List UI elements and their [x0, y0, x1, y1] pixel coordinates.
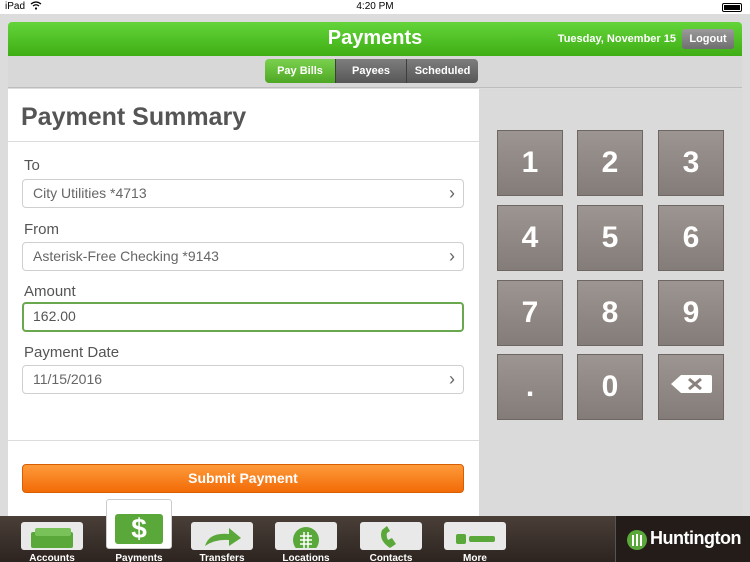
chevron-right-icon: ›: [449, 246, 455, 266]
location-globe-icon: [275, 522, 337, 550]
tab-contacts[interactable]: Contacts: [360, 522, 422, 562]
to-label: To: [24, 157, 40, 174]
battery-icon: [722, 3, 742, 12]
tab-transfers[interactable]: Transfers: [191, 522, 253, 562]
key-4[interactable]: 4: [497, 205, 563, 271]
status-bar: iPad 4:20 PM: [0, 0, 750, 14]
logout-button[interactable]: Logout: [682, 29, 734, 49]
from-label: From: [24, 221, 59, 238]
money-icon: [21, 522, 83, 550]
key-3[interactable]: 3: [658, 130, 724, 196]
payment-date-label: Payment Date: [24, 344, 120, 361]
dollar-bill-icon: $: [106, 499, 172, 549]
key-8[interactable]: 8: [577, 280, 643, 346]
amount-value: 162.00: [33, 308, 76, 324]
tab-accounts[interactable]: Accounts: [21, 522, 83, 562]
amount-input[interactable]: 162.00: [22, 302, 464, 332]
key-0[interactable]: 0: [577, 354, 643, 420]
bottom-tab-bar: Accounts $ Payments Transfers Locations …: [0, 499, 750, 562]
tab-label: More: [463, 553, 487, 562]
key-2[interactable]: 2: [577, 130, 643, 196]
brand-name: Huntington: [650, 528, 741, 548]
tab-more[interactable]: More: [444, 522, 506, 562]
payee-select[interactable]: City Utilities *4713 ›: [22, 179, 464, 208]
tab-payments[interactable]: $ Payments: [106, 499, 172, 562]
tab-label: Payments: [115, 553, 163, 562]
segmented-control: Pay Bills Payees Scheduled: [265, 59, 478, 83]
header: Payments Tuesday, November 15 Logout: [8, 22, 742, 56]
chevron-right-icon: ›: [449, 369, 455, 389]
backspace-key[interactable]: [658, 354, 724, 420]
divider: [8, 440, 479, 441]
key-1[interactable]: 1: [497, 130, 563, 196]
numeric-keypad: 1 2 3 4 5 6 7 8 9 . 0: [479, 89, 742, 516]
phone-icon: [360, 522, 422, 550]
tab-label: Accounts: [29, 553, 75, 562]
brand-logo: Huntington: [615, 516, 750, 562]
backspace-icon: [669, 353, 713, 417]
tab-label: Contacts: [369, 553, 413, 562]
tab-locations[interactable]: Locations: [275, 522, 337, 562]
divider: [8, 141, 479, 142]
transfer-arrow-icon: [191, 522, 253, 550]
account-select[interactable]: Asterisk-Free Checking *9143 ›: [22, 242, 464, 271]
panel-title: Payment Summary: [21, 103, 247, 131]
key-6[interactable]: 6: [658, 205, 724, 271]
huntington-logo-icon: [626, 529, 648, 556]
more-icon: [444, 522, 506, 550]
account-value: Asterisk-Free Checking *9143: [33, 248, 219, 264]
header-date: Tuesday, November 15: [557, 33, 676, 45]
amount-label: Amount: [24, 283, 76, 300]
key-9[interactable]: 9: [658, 280, 724, 346]
tab-label: Locations: [282, 553, 330, 562]
segment-bar: Pay Bills Payees Scheduled: [8, 56, 742, 88]
tab-pay-bills[interactable]: Pay Bills: [265, 59, 336, 83]
payment-date-select[interactable]: 11/15/2016 ›: [22, 365, 464, 394]
key-decimal[interactable]: .: [497, 354, 563, 420]
key-7[interactable]: 7: [497, 280, 563, 346]
status-time: 4:20 PM: [356, 1, 394, 12]
tab-scheduled[interactable]: Scheduled: [407, 59, 478, 83]
payee-value: City Utilities *4713: [33, 185, 147, 201]
submit-payment-button[interactable]: Submit Payment: [22, 464, 464, 493]
key-5[interactable]: 5: [577, 205, 643, 271]
payment-summary-panel: Payment Summary To City Utilities *4713 …: [8, 89, 479, 516]
tab-payees[interactable]: Payees: [336, 59, 407, 83]
payment-date-value: 11/15/2016: [33, 371, 103, 387]
chevron-right-icon: ›: [449, 183, 455, 203]
svg-text:$: $: [131, 513, 147, 544]
tab-label: Transfers: [199, 553, 245, 562]
